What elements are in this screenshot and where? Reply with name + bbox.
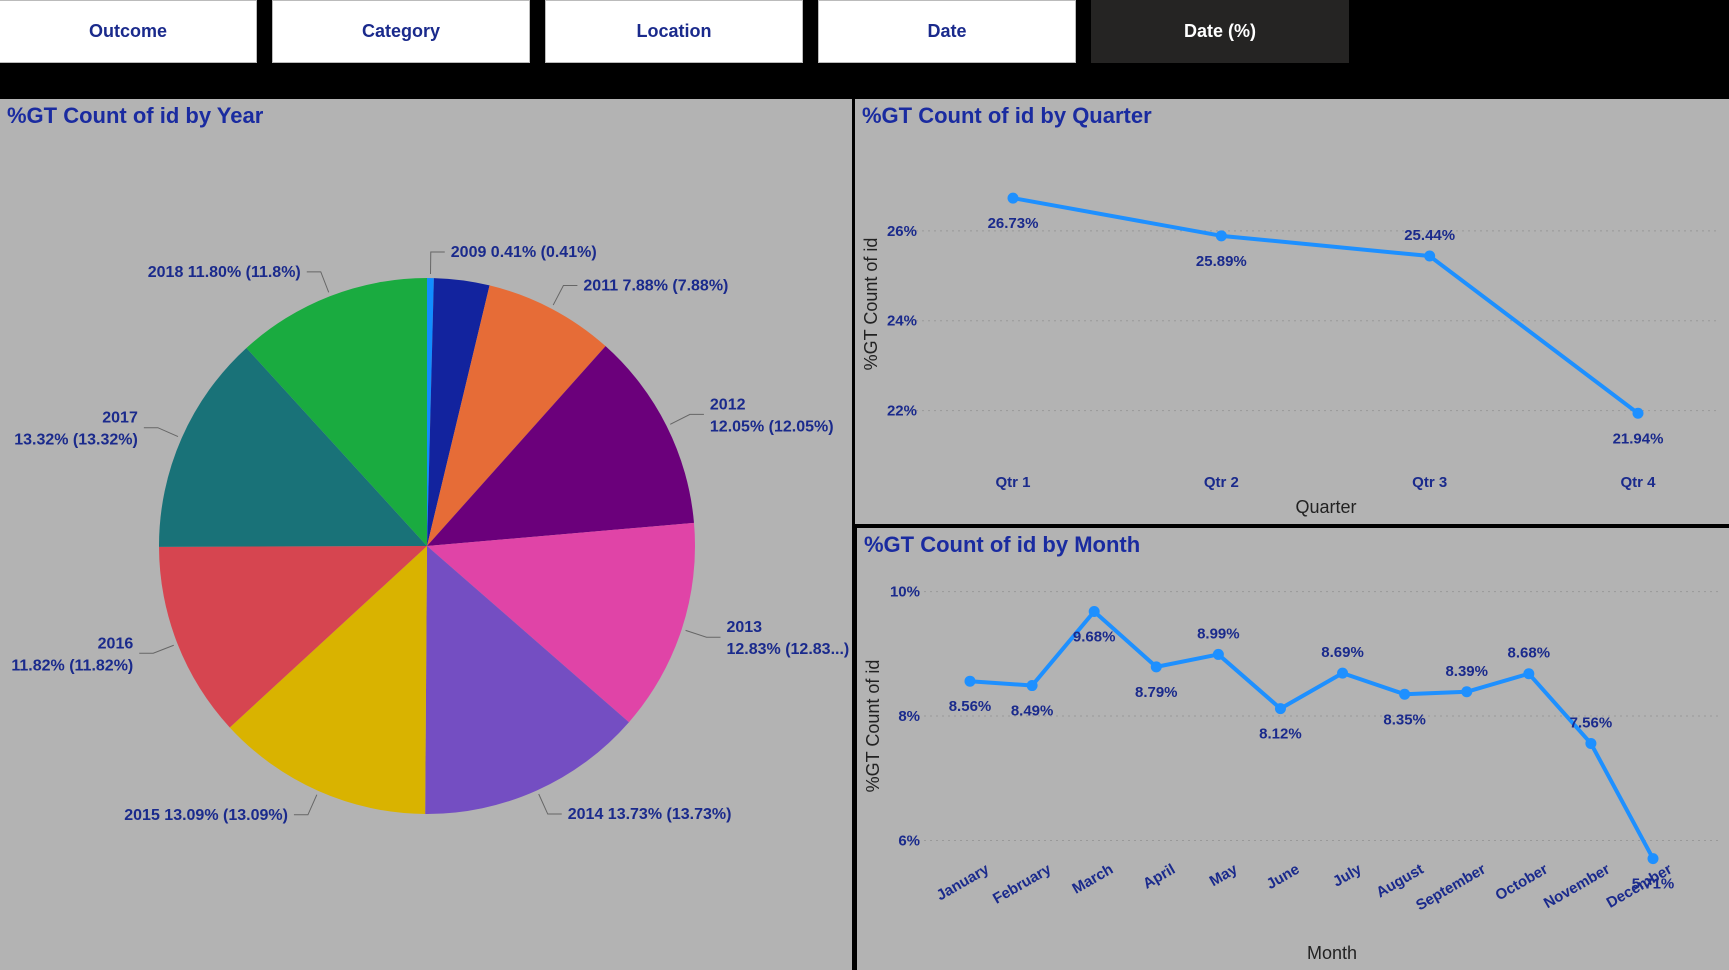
month-xtick-3: April [1140, 861, 1178, 893]
tab-location[interactable]: Location [545, 0, 803, 63]
month-data-label-3: 8.79% [1135, 684, 1178, 701]
pie-label-2016-value: 11.82% (11.82%) [11, 657, 133, 674]
month-xtick-5: June [1264, 861, 1303, 893]
quarter-xtick-0: Qtr 1 [995, 474, 1030, 491]
quarter-line-chart: 22% 24% 26% 26.73% 25.89% 25.44% 21.94% Qtr 1 Qt… [861, 192, 1720, 517]
quarter-point-1 [1215, 230, 1227, 242]
month-point-5 [1274, 703, 1286, 715]
month-point-7 [1399, 688, 1411, 700]
pie-leader-2015 [293, 794, 318, 816]
pie-leader-2016 [139, 644, 174, 654]
month-data-label-9: 8.68% [1508, 645, 1551, 662]
month-ytick-0: 6% [898, 833, 920, 850]
month-xtick-6: July [1330, 860, 1365, 890]
pie-leader-2018 [306, 271, 330, 293]
month-line-panel: %GT Count of id by Month 6% 8% 10% 8.56% 8.4… [857, 528, 1729, 970]
month-data-label-4: 8.99% [1197, 625, 1240, 642]
pie-label-2017-year: 2017 [102, 410, 138, 427]
month-ytick-1: 8% [898, 708, 920, 725]
pie-leader-2009 [429, 251, 445, 275]
month-point-10 [1585, 737, 1597, 749]
tab-date[interactable]: Date [818, 0, 1076, 63]
quarter-data-label-3: 21.94% [1613, 430, 1664, 447]
quarter-point-3 [1632, 407, 1644, 419]
quarter-data-label-1: 25.89% [1196, 253, 1247, 270]
quarter-ytick-1: 24% [887, 313, 917, 330]
pie-leader-2012 [670, 413, 704, 425]
tab-outcome[interactable]: Outcome [0, 0, 257, 63]
month-point-2 [1088, 605, 1100, 617]
pie-leader-2017 [143, 427, 179, 437]
month-point-1 [1026, 680, 1038, 692]
quarter-point-0 [1007, 192, 1019, 204]
pie-label-2011: 2011 7.88% (7.88%) [583, 278, 728, 295]
month-data-label-0: 8.56% [949, 698, 992, 715]
month-data-label-7: 8.35% [1383, 711, 1426, 728]
quarter-xtick-1: Qtr 2 [1204, 474, 1239, 491]
pie-label-2013-value: 12.83% (12.83...) [726, 641, 849, 658]
quarter-xtick-2: Qtr 3 [1412, 474, 1447, 491]
year-pie-chart: 2009 0.41% (0.41%) 2011 7.88% (7.88%) 2012… [11, 244, 849, 824]
month-point-6 [1337, 667, 1349, 679]
quarter-xtick-3: Qtr 4 [1620, 474, 1656, 491]
quarter-point-2 [1424, 250, 1436, 262]
pie-leader-2014 [538, 793, 562, 815]
month-xtick-0: January [934, 860, 993, 904]
quarter-data-label-0: 26.73% [988, 215, 1039, 232]
pie-label-2009: 2009 0.41% (0.41%) [451, 244, 597, 261]
tab-date-percent[interactable]: Date (%) [1091, 0, 1349, 63]
quarter-xlabel: Quarter [1295, 497, 1356, 517]
pie-label-2012-year: 2012 [710, 396, 746, 413]
month-xtick-8: September [1413, 861, 1489, 915]
pie-label-2018: 2018 11.80% (11.8%) [148, 264, 301, 281]
quarter-ylabel: %GT Count of id [861, 238, 881, 371]
quarter-ytick-2: 26% [887, 223, 917, 240]
pie-label-2015: 2015 13.09% (13.09%) [124, 807, 288, 824]
month-xlabel: Month [1307, 943, 1357, 963]
month-xtick-1: February [990, 860, 1055, 907]
month-ytick-2: 10% [890, 584, 920, 601]
month-series-line [969, 609, 1655, 860]
month-point-4 [1212, 648, 1224, 660]
quarter-ytick-0: 22% [887, 403, 917, 420]
pie-leader-2011 [552, 285, 578, 306]
year-pie-panel: %GT Count of id by Year 2009 0.41% (0.41… [0, 99, 852, 970]
pie-label-2016-year: 2016 [98, 635, 134, 652]
month-point-9 [1523, 668, 1535, 680]
month-xtick-10: November [1541, 861, 1613, 912]
month-data-label-6: 8.69% [1321, 644, 1364, 661]
month-data-label-5: 8.12% [1259, 726, 1302, 743]
quarter-data-label-2: 25.44% [1404, 227, 1455, 244]
quarter-series-line [1012, 196, 1640, 415]
tab-category[interactable]: Category [272, 0, 530, 63]
month-line-chart: 6% 8% 10% 8.56% 8.49% 9.68% 8.79% 8.99% 8.12% 8.6… [863, 584, 1722, 963]
month-ylabel: %GT Count of id [863, 660, 883, 793]
pie-label-2012-value: 12.05% (12.05%) [710, 418, 834, 435]
pie-label-2017-value: 13.32% (13.32%) [14, 432, 138, 449]
month-data-label-2: 9.68% [1073, 628, 1116, 645]
month-point-8 [1461, 686, 1473, 698]
month-point-11 [1647, 853, 1659, 865]
pie-label-2014: 2014 13.73% (13.73%) [568, 806, 732, 823]
month-xtick-2: March [1069, 861, 1116, 898]
month-data-label-1: 8.49% [1011, 703, 1054, 720]
pie-leader-2013 [685, 629, 721, 638]
quarter-line-panel: %GT Count of id by Quarter 22% 24% 26% 26.7… [855, 99, 1729, 524]
month-point-3 [1150, 661, 1162, 673]
month-xtick-4: May [1207, 860, 1241, 890]
month-data-label-10: 7.56% [1570, 714, 1613, 731]
month-data-label-8: 8.39% [1445, 663, 1488, 680]
month-point-0 [964, 675, 976, 687]
pie-label-2013-year: 2013 [726, 619, 762, 636]
